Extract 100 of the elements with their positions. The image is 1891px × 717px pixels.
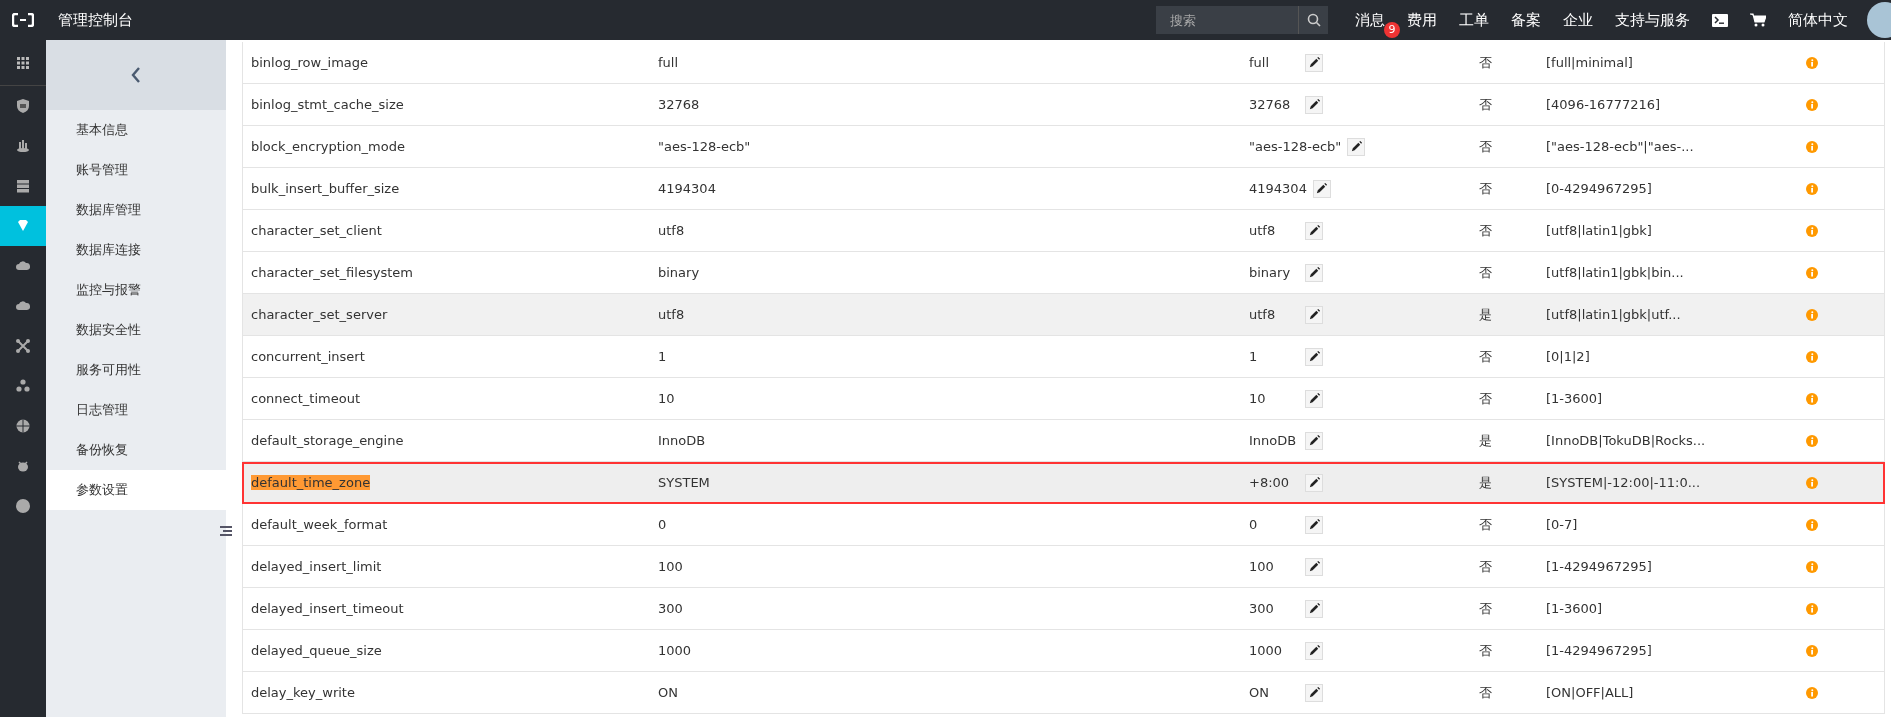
parameter-value: utf8 xyxy=(658,222,685,238)
edit-button[interactable] xyxy=(1305,431,1323,450)
pencil-icon xyxy=(1307,476,1321,489)
edit-button[interactable] xyxy=(1305,95,1323,114)
edit-button[interactable] xyxy=(1305,599,1323,618)
parameter-value: ON xyxy=(658,684,678,700)
value-range: ["aes-128-ecb"|"aes-... xyxy=(1546,138,1694,154)
parameter-value: 1 xyxy=(658,348,667,364)
parameter-value: InnoDB xyxy=(658,432,706,448)
restart-label: 否 xyxy=(1479,180,1492,196)
modified-value: 300 xyxy=(1249,599,1275,618)
edit-button[interactable] xyxy=(1305,641,1323,660)
nav-link[interactable]: 简体中文 xyxy=(1777,8,1859,32)
parameter-name: character_set_filesystem xyxy=(251,264,413,280)
restart-label: 否 xyxy=(1479,264,1492,280)
parameter-name: default_week_format xyxy=(251,516,388,532)
restart-label: 否 xyxy=(1479,348,1492,364)
sidebar-item[interactable]: 账号管理 xyxy=(46,150,226,190)
parameter-value: SYSTEM xyxy=(658,474,710,490)
pencil-icon xyxy=(1307,392,1321,405)
info-icon xyxy=(1806,224,1818,237)
restart-label: 否 xyxy=(1479,558,1492,574)
pencil-icon xyxy=(1315,182,1329,195)
value-range: [0-7] xyxy=(1546,516,1578,532)
info-icon xyxy=(1806,560,1818,573)
edit-button[interactable] xyxy=(1305,305,1323,324)
parameter-value: 100 xyxy=(658,558,683,574)
sidebar-item[interactable]: 监控与报警 xyxy=(46,270,226,310)
info-icon xyxy=(1806,392,1818,405)
restart-label: 否 xyxy=(1479,222,1492,238)
edit-button[interactable] xyxy=(1305,557,1323,576)
parameter-name: delayed_insert_timeout xyxy=(251,600,404,616)
info-icon xyxy=(1806,644,1818,657)
edit-button[interactable] xyxy=(1305,347,1323,366)
value-range: [utf8|latin1|gbk|utf... xyxy=(1546,306,1681,322)
sidebar-item[interactable]: 数据安全性 xyxy=(46,310,226,350)
modified-value: ON xyxy=(1249,683,1270,702)
edit-button[interactable] xyxy=(1305,221,1323,240)
modified-value: InnoDB xyxy=(1249,431,1298,450)
value-range: [0|1|2] xyxy=(1546,348,1590,364)
parameter-value: 1000 xyxy=(658,642,692,658)
console-title: 管理控制台 xyxy=(58,9,133,31)
value-range: [1-4294967295] xyxy=(1546,642,1652,658)
modified-value: 1000 xyxy=(1249,641,1284,660)
info-icon xyxy=(1806,182,1818,195)
search-field[interactable]: 搜索 xyxy=(1156,6,1298,34)
nav-link[interactable]: 支持与服务 xyxy=(1604,8,1701,32)
value-range: [1-3600] xyxy=(1546,600,1603,616)
edit-button[interactable] xyxy=(1312,179,1331,198)
info-icon xyxy=(1806,518,1818,531)
info-icon xyxy=(1806,56,1818,69)
pencil-icon xyxy=(1307,56,1321,69)
sidebar-item[interactable]: 数据库管理 xyxy=(46,190,226,230)
nav-link[interactable]: 企业 xyxy=(1552,8,1604,32)
modified-value: 10 xyxy=(1249,389,1267,408)
modified-value: +8:00 xyxy=(1249,473,1291,492)
edit-button[interactable] xyxy=(1305,515,1323,534)
edit-button[interactable] xyxy=(1305,683,1323,702)
value-range: [1-3600] xyxy=(1546,390,1603,406)
modified-value: utf8 xyxy=(1249,305,1277,324)
apps-grid-icon xyxy=(15,54,31,71)
info-icon xyxy=(1806,140,1818,153)
modified-value: full xyxy=(1249,53,1271,72)
pencil-icon xyxy=(1349,140,1363,153)
sidebar-item[interactable]: 备份恢复 xyxy=(46,430,226,470)
shield-icon xyxy=(15,98,31,114)
sidebar-item[interactable]: 数据库连接 xyxy=(46,230,226,270)
value-range: [1-4294967295] xyxy=(1546,558,1652,574)
pencil-icon xyxy=(1307,308,1321,321)
value-range: [InnoDB|TokuDB|Rocks... xyxy=(1546,432,1706,448)
chevron-left-icon xyxy=(131,67,141,83)
pencil-icon xyxy=(1307,224,1321,237)
edit-button[interactable] xyxy=(1305,53,1323,72)
sidebar-item[interactable]: 基本信息 xyxy=(46,110,226,150)
nav-link[interactable]: 备案 xyxy=(1500,8,1552,32)
restart-label: 是 xyxy=(1479,474,1492,490)
edit-button[interactable] xyxy=(1305,263,1323,282)
edit-button[interactable] xyxy=(1305,473,1323,492)
sidebar-item[interactable]: 日志管理 xyxy=(46,390,226,430)
sidebar-item[interactable]: 参数设置 xyxy=(46,470,226,510)
modified-value: binary xyxy=(1249,263,1292,282)
pencil-icon xyxy=(1307,98,1321,111)
info-icon xyxy=(1806,266,1818,279)
pencil-icon xyxy=(1307,350,1321,363)
parameter-name: default_time_zone xyxy=(251,474,371,490)
server-icon xyxy=(15,178,31,194)
parameter-value: "aes-128-ecb" xyxy=(658,138,751,154)
value-range: [utf8|latin1|gbk] xyxy=(1546,222,1652,238)
pencil-icon xyxy=(1307,434,1321,447)
search-button[interactable] xyxy=(1298,6,1328,34)
edit-button[interactable] xyxy=(1347,137,1366,156)
terminal-icon xyxy=(1712,13,1728,27)
info-icon xyxy=(1806,98,1818,111)
edit-button[interactable] xyxy=(1305,389,1323,408)
sidebar-item[interactable]: 服务可用性 xyxy=(46,350,226,390)
parameter-name: concurrent_insert xyxy=(251,348,365,364)
modified-value: 100 xyxy=(1249,557,1275,576)
nav-link[interactable]: 工单 xyxy=(1448,8,1500,32)
parameter-value: 32768 xyxy=(658,96,700,112)
value-range: [4096-16777216] xyxy=(1546,96,1661,112)
